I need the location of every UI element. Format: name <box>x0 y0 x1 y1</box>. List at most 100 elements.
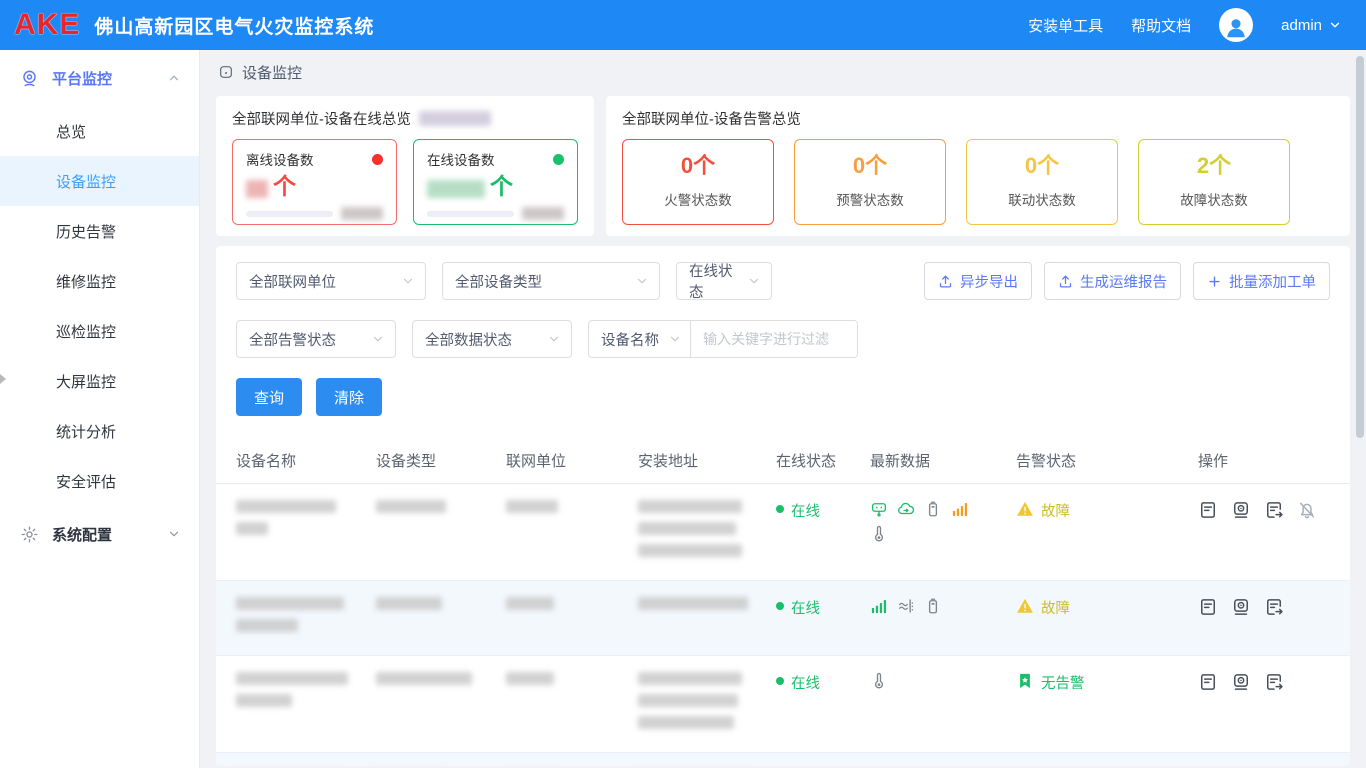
keyword-field-label: 设备名称 <box>601 329 660 350</box>
upload-icon <box>938 274 953 289</box>
workorder-button[interactable] <box>1264 672 1284 692</box>
workorder-button[interactable] <box>1264 500 1284 520</box>
offline-device-label: 离线设备数 <box>246 149 314 169</box>
plus-icon <box>1207 274 1222 289</box>
chevron-down-icon <box>167 527 181 541</box>
redacted-text <box>506 672 554 685</box>
sidebar-item-device-monitor[interactable]: 设备监控 <box>0 156 199 206</box>
warning-triangle-icon <box>1016 500 1034 518</box>
clear-button[interactable]: 清除 <box>316 378 382 416</box>
table-row[interactable]: 在线无告警 <box>216 753 1350 766</box>
offline-status-dot-icon <box>372 154 383 165</box>
user-menu[interactable]: admin <box>1281 17 1342 34</box>
sidebar-group-platform-label: 平台监控 <box>52 68 167 89</box>
help-doc-link[interactable]: 帮助文档 <box>1131 15 1191 36</box>
record-button[interactable] <box>1198 500 1218 520</box>
redacted-count <box>427 180 485 198</box>
signal-orange-icon <box>951 500 969 518</box>
table-row[interactable]: 在线故障 <box>216 581 1350 656</box>
alarm-card-warning: 0个预警状态数 <box>794 139 946 225</box>
online-status-dot-icon <box>553 154 564 165</box>
alarm-card-count: 0个 <box>681 155 715 177</box>
online-dot-icon <box>776 602 784 610</box>
keyword-input[interactable] <box>691 321 857 357</box>
signal-green-icon <box>870 597 888 615</box>
cell-device-name <box>236 672 376 738</box>
sidebar-item-statistics[interactable]: 统计分析 <box>0 406 199 456</box>
filter-select-unit[interactable]: 全部联网单位 <box>236 262 426 300</box>
online-count-unit: 个 <box>490 175 513 198</box>
filter-select-device-type[interactable]: 全部设备类型 <box>442 262 660 300</box>
breadcrumb-label: 设备监控 <box>242 62 302 83</box>
cell-device-type <box>376 597 506 641</box>
page-icon <box>218 64 234 80</box>
online-dot-icon <box>776 677 784 685</box>
table-row[interactable]: 在线 故障 <box>216 484 1350 581</box>
alarm-overview-title: 全部联网单位-设备告警总览 <box>622 108 801 129</box>
online-device-card: 在线设备数 个 <box>413 139 578 225</box>
workorder-button[interactable] <box>1264 597 1284 617</box>
alarm-card-count: 0个 <box>853 155 887 177</box>
filter-select-data-state[interactable]: 全部数据状态 <box>412 320 572 358</box>
filter-actions: 异步导出生成运维报告批量添加工单 <box>924 262 1330 300</box>
column-header-2: 联网单位 <box>506 450 638 471</box>
top-header: AKE 佛山高新园区电气火灾监控系统 安装单工具 帮助文档 admin <box>0 0 1366 50</box>
sidebar-group-platform[interactable]: 平台监控 <box>0 50 199 106</box>
filter-select-label: 全部数据状态 <box>425 329 539 350</box>
breadcrumb: 设备监控 <box>200 50 1366 94</box>
batch-workorder-button[interactable]: 批量添加工单 <box>1193 262 1330 300</box>
thermometer-icon <box>870 672 888 690</box>
query-row: 查询 清除 <box>236 378 1330 416</box>
sidebar: 平台监控 总览设备监控历史告警维修监控巡检监控大屏监控统计分析安全评估 系统配置 <box>0 50 200 768</box>
sidebar-item-repair-monitor[interactable]: 维修监控 <box>0 256 199 306</box>
vertical-scrollbar[interactable] <box>1356 56 1364 438</box>
sidebar-item-screen-monitor[interactable]: 大屏监控 <box>0 356 199 406</box>
filter-select-online-state[interactable]: 在线状态 <box>676 262 772 300</box>
camera-button[interactable] <box>1231 597 1251 617</box>
cell-latest-data <box>870 500 986 566</box>
redacted-text <box>236 597 344 610</box>
column-header-5: 最新数据 <box>870 450 1016 471</box>
camera-button[interactable] <box>1231 672 1251 692</box>
install-tool-link[interactable]: 安装单工具 <box>1028 15 1103 36</box>
cell-install-address <box>638 500 776 566</box>
sidebar-item-inspection-monitor[interactable]: 巡检监控 <box>0 306 199 356</box>
cloud-icon <box>897 500 915 518</box>
redacted-text <box>376 597 442 610</box>
filter-row-1: 全部联网单位 全部设备类型 在线状态 异步导出生成运维报告批量添加工单 <box>236 262 1330 300</box>
filter-select-label: 全部设备类型 <box>455 271 627 292</box>
async-export-button[interactable]: 异步导出 <box>924 262 1032 300</box>
offline-device-card: 离线设备数 个 <box>232 139 397 225</box>
alarm-status-label: 故障 <box>1041 597 1070 618</box>
camera-button[interactable] <box>1231 500 1251 520</box>
table-row[interactable]: 在线无告警 <box>216 656 1350 753</box>
bell-muted-button[interactable] <box>1297 500 1317 520</box>
sidebar-item-overview[interactable]: 总览 <box>0 106 199 156</box>
online-overview-title-row: 全部联网单位-设备在线总览 <box>232 108 578 129</box>
user-avatar[interactable] <box>1219 8 1253 42</box>
redacted-text <box>236 694 292 707</box>
alarm-card-fault: 2个故障状态数 <box>1138 139 1290 225</box>
sidebar-item-safety-eval[interactable]: 安全评估 <box>0 456 199 506</box>
sidebar-group-system[interactable]: 系统配置 <box>0 506 199 562</box>
alarm-card-fire: 0个火警状态数 <box>622 139 774 225</box>
alarm-count-unit: 个 <box>1037 153 1059 178</box>
sidebar-collapse-handle[interactable] <box>0 374 6 384</box>
record-button[interactable] <box>1198 672 1218 692</box>
cell-alarm-status: 故障 <box>1016 500 1198 566</box>
alarm-count-value: 2 <box>1197 153 1209 178</box>
bookmark-icon <box>1016 672 1034 690</box>
query-button[interactable]: 查询 <box>236 378 302 416</box>
redacted-text <box>506 597 554 610</box>
cell-online-status: 在线 <box>776 500 870 566</box>
redacted-count <box>246 180 268 198</box>
keyword-field-select[interactable]: 设备名称 <box>589 321 691 357</box>
cell-latest-data <box>870 597 986 641</box>
filter-select-alarm-state[interactable]: 全部告警状态 <box>236 320 396 358</box>
online-device-label: 在线设备数 <box>427 149 495 169</box>
sidebar-item-history-alarm[interactable]: 历史告警 <box>0 206 199 256</box>
record-button[interactable] <box>1198 597 1218 617</box>
chevron-down-icon <box>668 332 682 346</box>
redacted-text <box>236 500 336 513</box>
gen-report-button[interactable]: 生成运维报告 <box>1044 262 1181 300</box>
